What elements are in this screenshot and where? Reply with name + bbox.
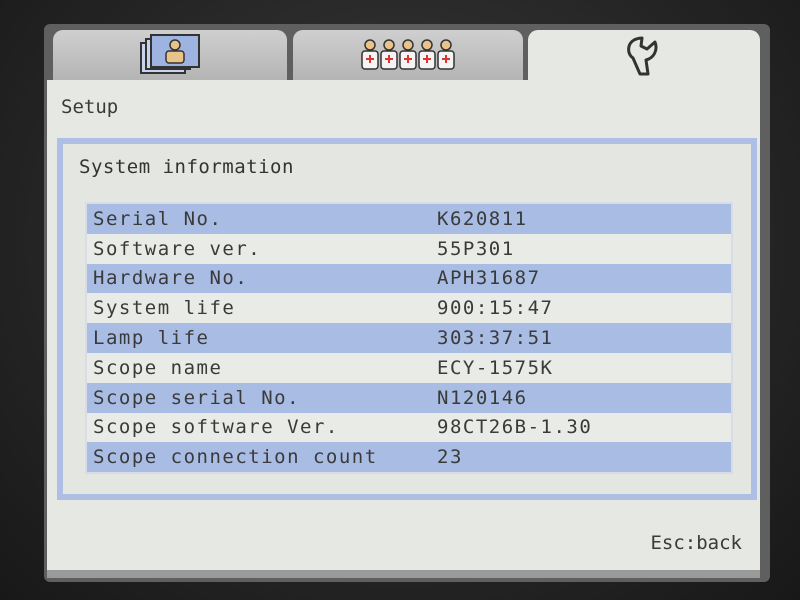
row-value: 98CT26B-1.30 — [437, 416, 593, 439]
row-value: ECY-1575K — [437, 356, 554, 379]
esc-back-hint[interactable]: Esc:back — [650, 532, 742, 554]
table-row: Serial No. K620811 — [87, 204, 731, 234]
wrench-icon — [627, 36, 658, 76]
row-value: 23 — [437, 446, 463, 469]
row-label: Software ver. — [93, 237, 262, 260]
row-label: Scope serial No. — [93, 386, 301, 409]
tab-setup[interactable] — [528, 30, 760, 82]
table-row: Lamp life 303:37:51 — [87, 323, 731, 353]
table-row: Scope connection count 23 — [87, 442, 731, 473]
row-value: N120146 — [437, 386, 528, 409]
table-row: Software ver. 55P301 — [87, 233, 731, 264]
system-information-box: System information Serial No. K620811 So… — [57, 138, 757, 500]
row-value: K620811 — [437, 207, 528, 230]
bottom-strip — [47, 570, 760, 578]
row-label: Serial No. — [93, 207, 223, 230]
row-value: 55P301 — [437, 237, 515, 260]
row-label: Scope software Ver. — [93, 416, 339, 439]
section-title: System information — [79, 156, 294, 178]
row-value: 900:15:47 — [437, 297, 554, 320]
row-label: Lamp life — [93, 327, 210, 350]
table-row: System life 900:15:47 — [87, 293, 731, 324]
row-label: System life — [93, 297, 236, 320]
row-label: Scope connection count — [93, 446, 378, 469]
table-row: Scope serial No. N120146 — [87, 382, 731, 413]
tab-patient[interactable] — [53, 30, 287, 80]
setup-panel: Setup System information Serial No. K620… — [47, 80, 760, 570]
system-info-table: Serial No. K620811 Software ver. 55P301 … — [85, 202, 733, 475]
page-title: Setup — [61, 96, 119, 118]
table-row: Scope name ECY-1575K — [87, 352, 731, 383]
row-value: 303:37:51 — [437, 327, 554, 350]
row-label: Hardware No. — [93, 267, 249, 290]
row-label: Scope name — [93, 356, 223, 379]
row-value: APH31687 — [437, 267, 541, 290]
table-row: Hardware No. APH31687 — [87, 263, 731, 294]
table-row: Scope software Ver. 98CT26B-1.30 — [87, 412, 731, 443]
patient-card-icon — [140, 34, 200, 74]
staff-group-icon — [361, 39, 455, 70]
tab-staff[interactable] — [293, 30, 523, 80]
